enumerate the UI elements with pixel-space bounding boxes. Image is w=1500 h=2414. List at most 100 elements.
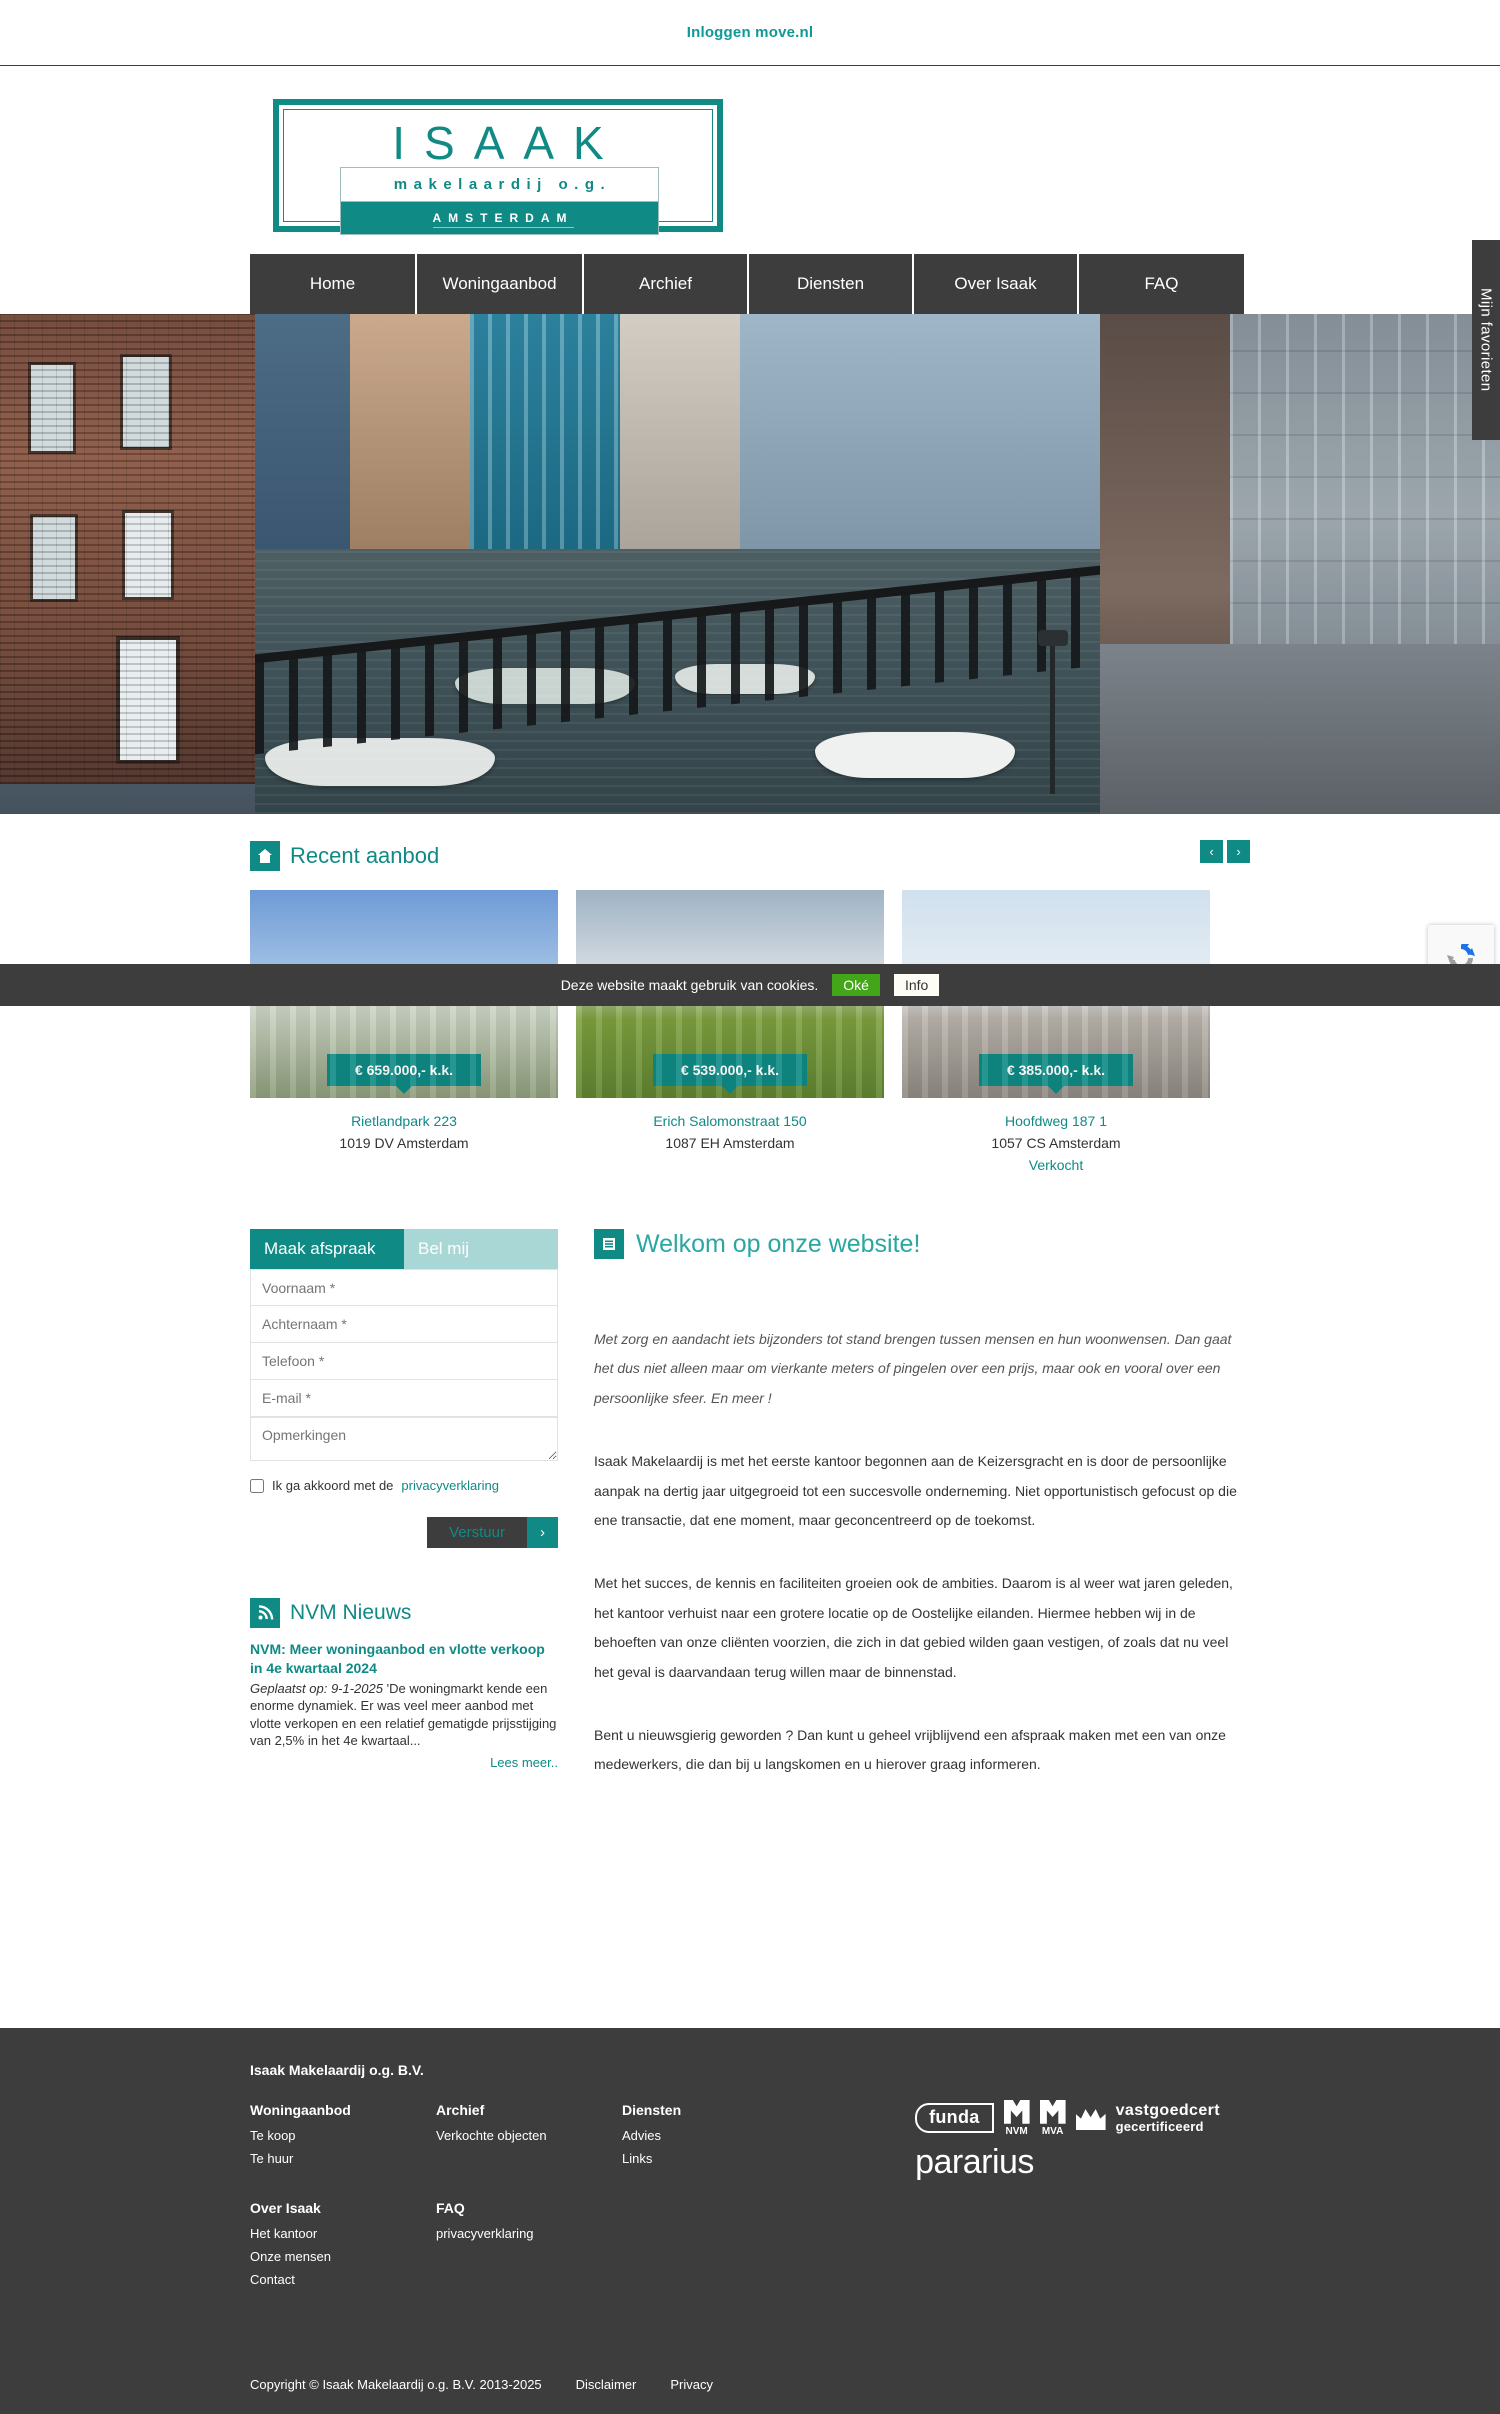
site-header: ISAAK makelaardij o.g. AMSTERDAM — [0, 66, 1500, 254]
logo[interactable]: ISAAK makelaardij o.g. AMSTERDAM — [273, 99, 723, 235]
footer-link-links[interactable]: Links — [622, 2151, 808, 2166]
vastgoedcert-logo[interactable]: vastgoedcert gecertificeerd — [1115, 2101, 1220, 2134]
pararius-logo[interactable]: pararius — [915, 2143, 1220, 2182]
footer-link-contact[interactable]: Contact — [250, 2272, 436, 2287]
footer-heading: Archief — [436, 2101, 485, 2118]
partner-logo-row: funda NVM MVA vastgoedcert gecertificeer… — [915, 2099, 1220, 2137]
logo-city-text: AMSTERDAM — [432, 211, 574, 228]
nav-item-home[interactable]: Home — [250, 254, 417, 314]
favorites-tab-label: Mijn favorieten — [1477, 288, 1495, 392]
property-price: € 659.000,- k.k. — [326, 1054, 482, 1086]
vastgoedcert-line-1: vastgoedcert — [1115, 2101, 1220, 2119]
footer-column-archief: Archief Verkochte objecten — [436, 2102, 622, 2174]
right-column: Welkom op onze website! Met zorg en aand… — [594, 1229, 1250, 1780]
page-root: Inloggen move.nl ISAAK makelaardij o.g. … — [0, 0, 1500, 2414]
cookie-accept-button[interactable]: Oké — [832, 974, 880, 996]
property-card[interactable]: € 539.000,- k.k. Erich Salomonstraat 150… — [576, 890, 884, 1173]
submit-button[interactable]: Verstuur — [427, 1517, 527, 1548]
footer-link-het-kantoor[interactable]: Het kantoor — [250, 2226, 436, 2241]
nvm-news-header: NVM Nieuws — [250, 1598, 558, 1628]
price-wrapper: € 385.000,- k.k. — [902, 1054, 1210, 1086]
footer-column-woningaanbod: Woningaanbod Te koop Te huur — [250, 2102, 436, 2174]
welcome-title: Welkom op onze website! — [636, 1229, 921, 1258]
recent-offer-header: Recent aanbod ‹ › — [250, 836, 1250, 876]
firstname-input[interactable] — [250, 1269, 558, 1306]
property-card[interactable]: € 659.000,- k.k. Rietlandpark 223 1019 D… — [250, 890, 558, 1173]
privacy-statement-link[interactable]: privacyverklaring — [401, 1478, 499, 1493]
copyright-text: Copyright © Isaak Makelaardij o.g. B.V. … — [250, 2376, 542, 2392]
privacy-checkbox[interactable] — [250, 1478, 264, 1493]
login-move-link[interactable]: Inloggen move.nl — [687, 24, 814, 41]
disclaimer-link[interactable]: Disclaimer — [576, 2377, 637, 2392]
privacy-agree-row: Ik ga akkoord met de privacyverklaring — [250, 1478, 558, 1493]
main-columns: Maak afspraak Bel mij Ik ga akkoord met … — [250, 1229, 1250, 1780]
property-address[interactable]: Hoofdweg 187 1 — [902, 1113, 1210, 1129]
remarks-textarea[interactable] — [250, 1417, 558, 1461]
submit-arrow-icon[interactable]: › — [527, 1517, 558, 1548]
boat — [815, 732, 1015, 778]
cookie-info-button[interactable]: Info — [893, 974, 940, 996]
property-address[interactable]: Erich Salomonstraat 150 — [576, 1113, 884, 1129]
main-navigation: Home Woningaanbod Archief Diensten Over … — [250, 254, 1250, 314]
footer-links-row-2: Over Isaak Het kantoor Onze mensen Conta… — [250, 2200, 1250, 2295]
tab-bel-mij[interactable]: Bel mij — [404, 1229, 558, 1269]
site-footer: Isaak Makelaardij o.g. B.V. Woningaanbod… — [0, 2027, 1500, 2414]
nav-item-diensten[interactable]: Diensten — [749, 254, 914, 314]
footer-content: Isaak Makelaardij o.g. B.V. Woningaanbod… — [250, 2062, 1250, 2295]
carousel-next-button[interactable]: › — [1227, 840, 1250, 863]
footer-link-verkochte-objecten[interactable]: Verkochte objecten — [436, 2128, 622, 2143]
footer-column-diensten: Diensten Advies Links — [622, 2102, 808, 2174]
carousel-controls: ‹ › — [1200, 840, 1250, 863]
nav-item-archief[interactable]: Archief — [584, 254, 749, 314]
nvm-logo[interactable]: NVM — [1003, 2099, 1030, 2137]
property-price: € 539.000,- k.k. — [652, 1054, 808, 1086]
top-bar: Inloggen move.nl — [0, 0, 1500, 66]
nav-item-over-isaak[interactable]: Over Isaak — [914, 254, 1079, 314]
footer-column-faq: FAQ privacyverklaring — [436, 2200, 622, 2295]
welcome-header: Welkom op onze website! — [594, 1229, 1250, 1259]
welcome-paragraph-3: Bent u nieuwsgierig geworden ? Dan kunt … — [594, 1726, 1226, 1773]
phone-input[interactable] — [250, 1343, 558, 1380]
footer-link-advies[interactable]: Advies — [622, 2128, 808, 2143]
vastgoedcert-line-2: gecertificeerd — [1115, 2118, 1204, 2134]
lastname-input[interactable] — [250, 1306, 558, 1343]
property-card-list: € 659.000,- k.k. Rietlandpark 223 1019 D… — [250, 890, 1250, 1173]
news-item-body: Geplaatst op: 9-1-2025 'De woningmarkt k… — [250, 1680, 558, 1750]
footer-link-privacyverklaring[interactable]: privacyverklaring — [436, 2226, 622, 2241]
property-card[interactable]: € 385.000,- k.k. Hoofdweg 187 1 1057 CS … — [902, 890, 1210, 1173]
tab-maak-afspraak[interactable]: Maak afspraak — [250, 1229, 404, 1269]
logo-city: AMSTERDAM — [340, 202, 659, 235]
news-item-date: Geplaatst op: 9-1-2025 — [250, 1680, 383, 1696]
nvm-logo-label: NVM — [1005, 2125, 1028, 2137]
partner-logos: funda NVM MVA vastgoedcert gecertificeer… — [915, 2099, 1220, 2182]
contact-form-tabs: Maak afspraak Bel mij — [250, 1229, 558, 1269]
mva-logo[interactable]: MVA — [1039, 2099, 1066, 2137]
read-more-link[interactable]: Lees meer.. — [490, 1755, 558, 1770]
nav-item-woningaanbod[interactable]: Woningaanbod — [417, 254, 584, 314]
footer-link-te-koop[interactable]: Te koop — [250, 2128, 436, 2143]
welcome-paragraph-1: Isaak Makelaardij is met het eerste kant… — [594, 1453, 1237, 1528]
nav-item-faq[interactable]: FAQ — [1079, 254, 1244, 314]
house-icon — [250, 841, 280, 871]
news-item-title[interactable]: NVM: Meer woningaanbod en vlotte verkoop… — [250, 1640, 558, 1678]
favorites-tab[interactable]: Mijn favorieten — [1472, 240, 1500, 440]
funda-logo[interactable]: funda — [915, 2103, 994, 2134]
price-wrapper: € 539.000,- k.k. — [576, 1054, 884, 1086]
footer-column-over-isaak: Over Isaak Het kantoor Onze mensen Conta… — [250, 2200, 436, 2295]
property-zip: 1057 CS Amsterdam — [991, 1135, 1121, 1151]
logo-wordmark: ISAAK — [392, 117, 623, 169]
document-lines-icon — [594, 1229, 624, 1259]
email-input[interactable] — [250, 1380, 558, 1417]
cookie-message: Deze website maakt gebruik van cookies. — [560, 977, 819, 993]
carousel-prev-button[interactable]: ‹ — [1200, 840, 1223, 863]
hero-image — [0, 314, 1500, 814]
content-container: Recent aanbod ‹ › € 659.000,- k.k. Rietl… — [250, 814, 1250, 1780]
property-address[interactable]: Rietlandpark 223 — [250, 1113, 558, 1129]
privacy-agree-label: Ik ga akkoord met de — [272, 1478, 394, 1493]
footer-link-te-huur[interactable]: Te huur — [250, 2151, 436, 2166]
footer-link-onze-mensen[interactable]: Onze mensen — [250, 2249, 436, 2264]
footer-heading: Diensten — [622, 2101, 682, 2118]
privacy-link[interactable]: Privacy — [670, 2377, 713, 2392]
footer-heading: Woningaanbod — [250, 2101, 351, 2118]
cookie-banner: Deze website maakt gebruik van cookies. … — [0, 964, 1500, 1006]
